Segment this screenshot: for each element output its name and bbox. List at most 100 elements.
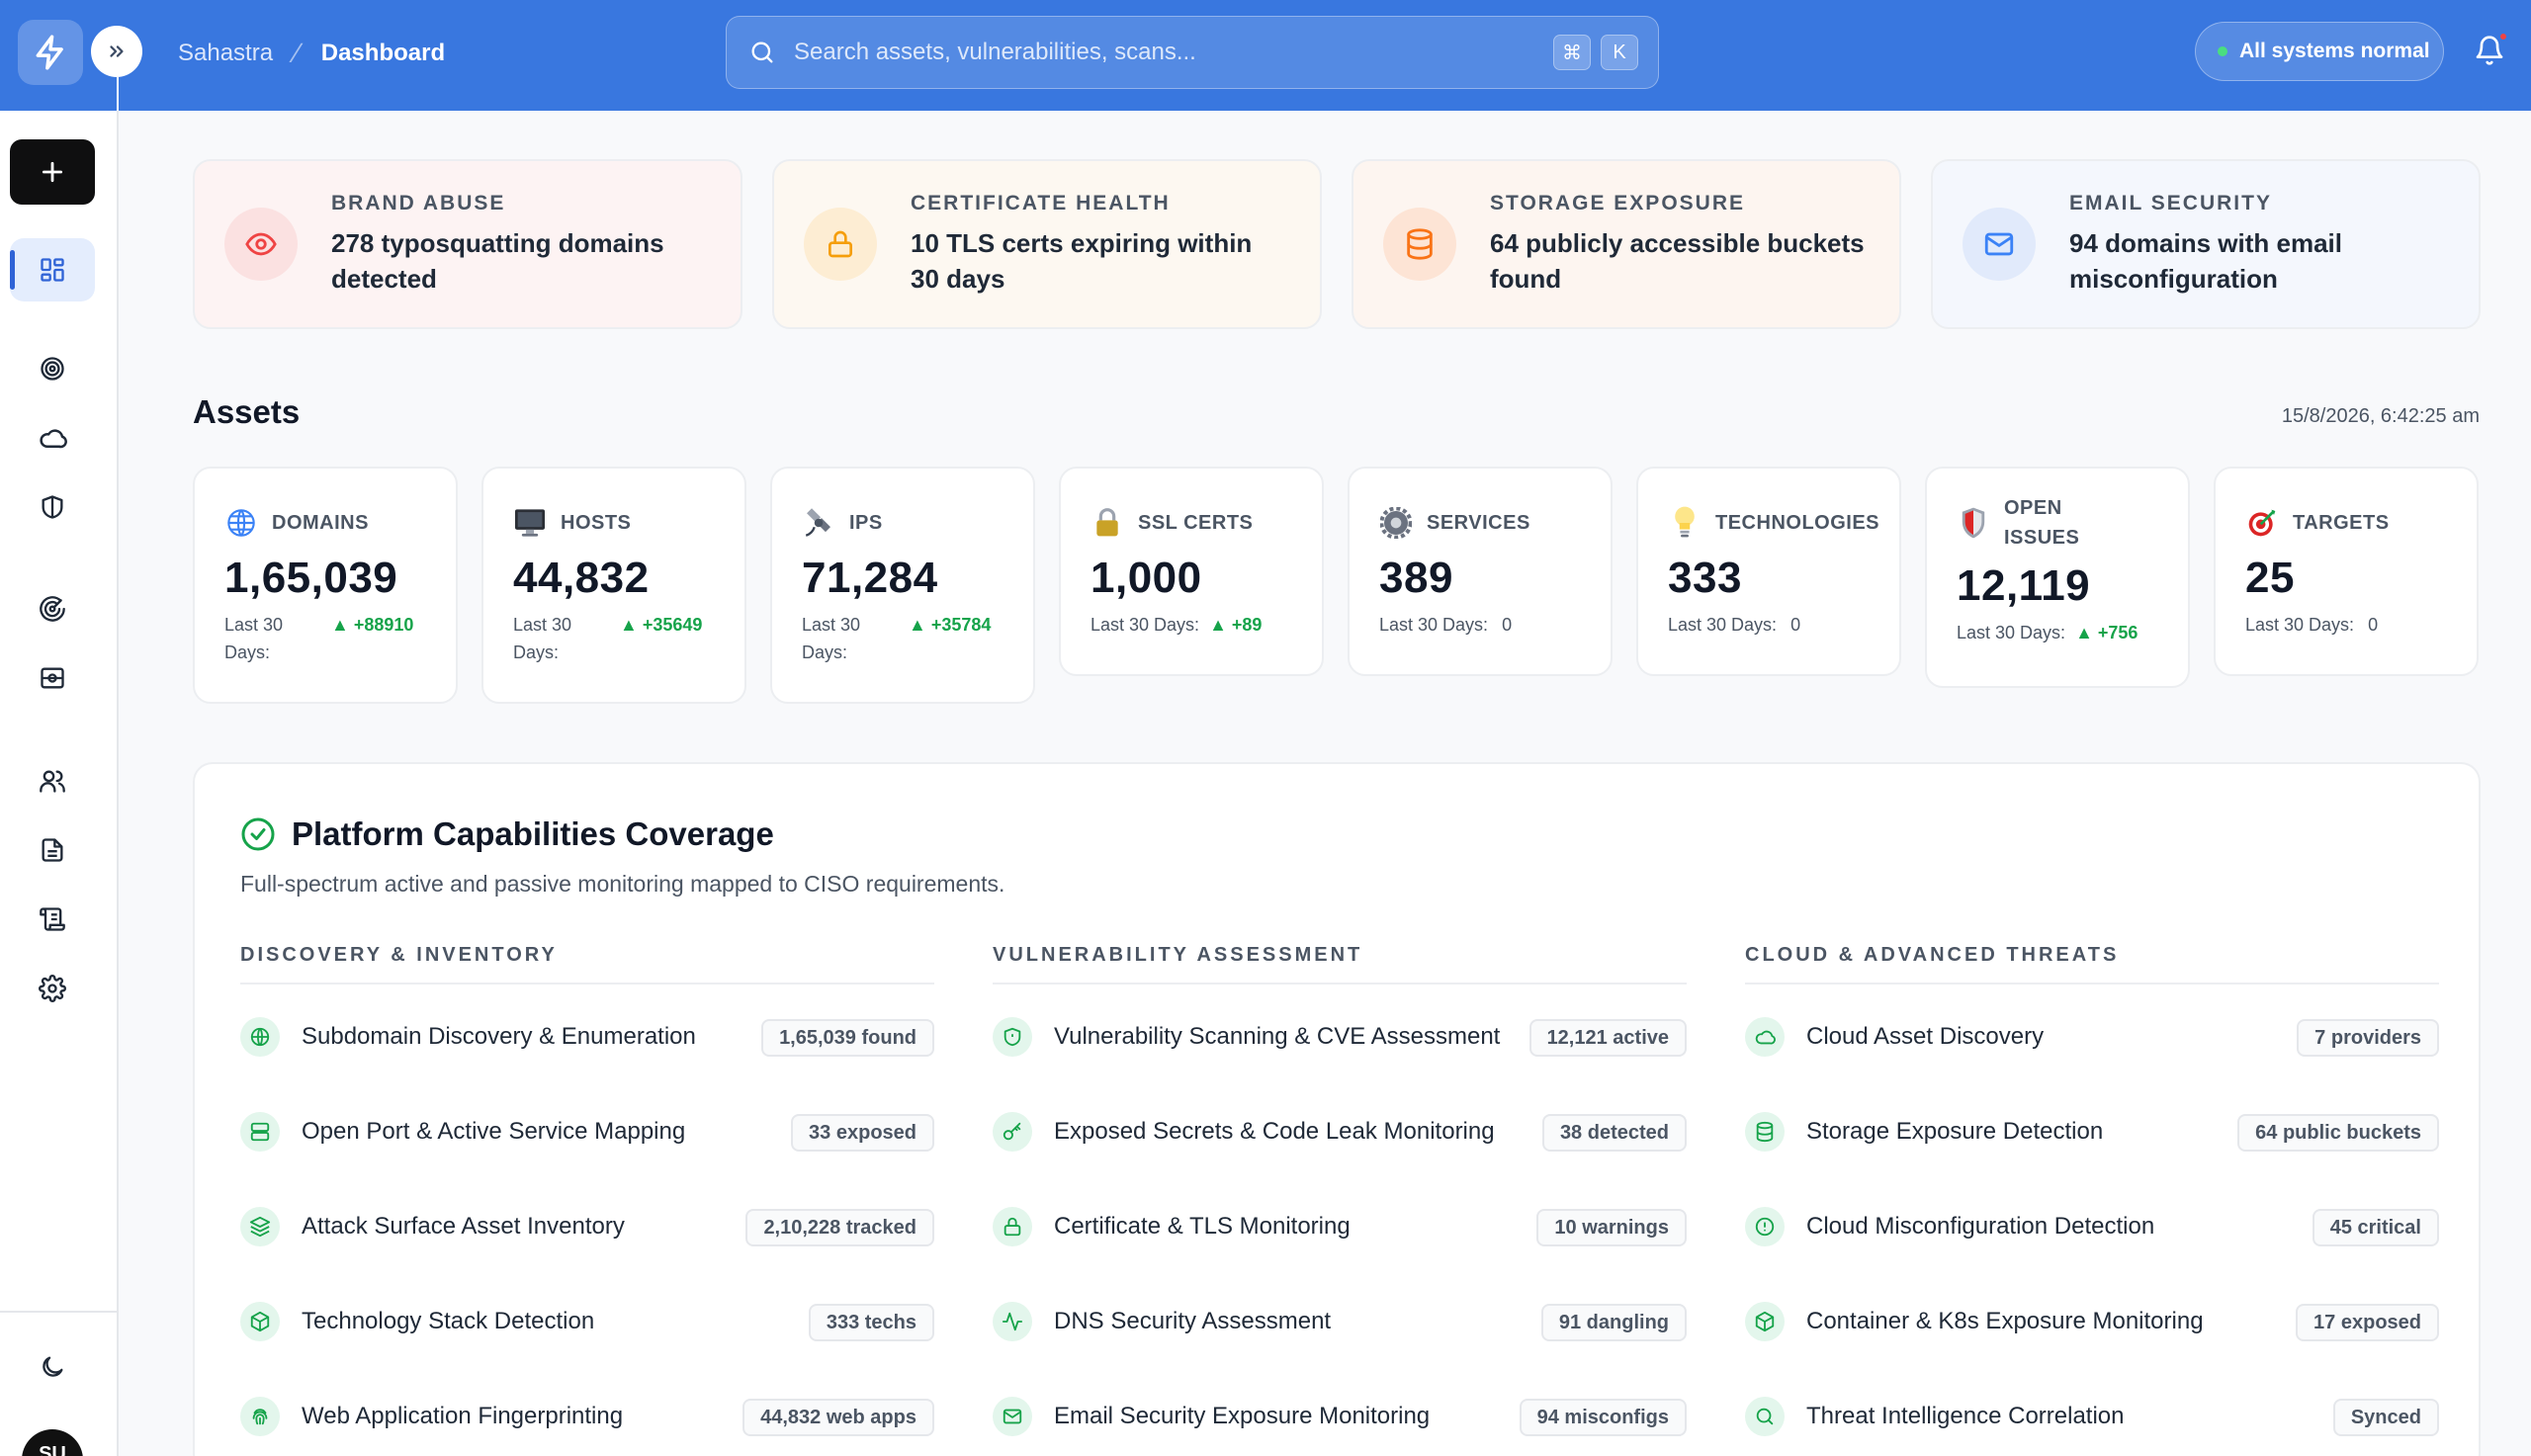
asset-card-ssl-certs[interactable]: SSL CERTS 1,000 Last 30 Days: ▲ +89 bbox=[1059, 467, 1324, 676]
expand-sidebar-button[interactable] bbox=[91, 26, 142, 77]
asset-trend: Last 30 Days: 0 bbox=[2245, 611, 2447, 639]
capability-label: Exposed Secrets & Code Leak Monitoring bbox=[1054, 1118, 1495, 1145]
lock-icon bbox=[804, 208, 877, 281]
capability-row[interactable]: DNS Security Assessment 91 dangling bbox=[993, 1298, 1687, 1345]
alert-label: CERTIFICATE HEALTH bbox=[911, 192, 1171, 214]
sidebar-item-scans[interactable] bbox=[10, 650, 95, 706]
shield-icon bbox=[993, 1017, 1032, 1057]
plus-icon bbox=[42, 161, 63, 183]
sidebar-item-targets[interactable] bbox=[10, 341, 95, 396]
capability-row[interactable]: Container & K8s Exposure Monitoring 17 e… bbox=[1745, 1298, 2439, 1345]
asset-card-hosts[interactable]: HOSTS 44,832 Last 30 Days: ▲ +35649 bbox=[481, 467, 746, 704]
search-icon bbox=[1745, 1397, 1785, 1436]
new-scan-button[interactable] bbox=[10, 139, 95, 205]
scroll-icon bbox=[40, 907, 65, 931]
scan-icon bbox=[41, 667, 64, 689]
cloud-icon bbox=[1745, 1017, 1785, 1057]
trend-delta: ▲ +756 bbox=[2075, 623, 2138, 642]
globe-icon bbox=[224, 506, 258, 540]
breadcrumb: Sahastra ∕ Dashboard bbox=[178, 38, 445, 69]
capability-row[interactable]: Certificate & TLS Monitoring 10 warnings bbox=[993, 1203, 1687, 1250]
capability-row[interactable]: Subdomain Discovery & Enumeration 1,65,0… bbox=[240, 1013, 934, 1061]
theme-toggle-button[interactable] bbox=[10, 1339, 95, 1395]
activity-icon bbox=[993, 1302, 1032, 1341]
capability-label: Threat Intelligence Correlation bbox=[1806, 1403, 2125, 1429]
breadcrumb-separator: ∕ bbox=[295, 38, 300, 68]
notifications-bell-icon[interactable] bbox=[2474, 32, 2508, 67]
capability-label: Certificate & TLS Monitoring bbox=[1054, 1213, 1351, 1240]
sidebar-item-logs[interactable] bbox=[10, 892, 95, 947]
search-input[interactable]: Search assets, vulnerabilities, scans...… bbox=[726, 16, 1659, 89]
alert-message: 278 typosquatting domains detected bbox=[331, 228, 664, 294]
asset-trend: Last 30 Days: ▲ +35784 bbox=[802, 611, 1004, 666]
asset-name: IPS bbox=[849, 512, 883, 534]
capability-row[interactable]: Exposed Secrets & Code Leak Monitoring 3… bbox=[993, 1108, 1687, 1156]
capability-badge: 1,65,039 found bbox=[761, 1019, 934, 1057]
capability-badge: 17 exposed bbox=[2296, 1304, 2439, 1341]
capability-row[interactable]: Attack Surface Asset Inventory 2,10,228 … bbox=[240, 1203, 934, 1250]
moon-icon bbox=[43, 1356, 63, 1377]
coverage-column-discovery: DISCOVERY & INVENTORY Subdomain Discover… bbox=[240, 944, 934, 1436]
coverage-column-vulnerability: VULNERABILITY ASSESSMENT Vulnerability S… bbox=[993, 944, 1687, 1436]
database-icon bbox=[1383, 208, 1456, 281]
trend-label: Last 30 Days: bbox=[1091, 615, 1200, 635]
asset-card-targets[interactable]: TARGETS 25 Last 30 Days: 0 bbox=[2214, 467, 2479, 676]
shield-icon bbox=[42, 495, 63, 519]
capability-row[interactable]: Threat Intelligence Correlation Synced bbox=[1745, 1393, 2439, 1440]
capability-row[interactable]: Cloud Asset Discovery 7 providers bbox=[1745, 1013, 2439, 1061]
sidebar-item-dashboard[interactable] bbox=[10, 238, 95, 301]
sidebar-item-reports[interactable] bbox=[10, 822, 95, 878]
capability-label: Vulnerability Scanning & CVE Assessment bbox=[1054, 1023, 1501, 1050]
alert-card-storage-exposure[interactable]: STORAGE EXPOSURE 64 publicly accessible … bbox=[1352, 159, 1901, 329]
shield-icon bbox=[1957, 506, 1990, 540]
user-avatar[interactable]: SU bbox=[22, 1429, 83, 1456]
sidebar-item-users[interactable] bbox=[10, 753, 95, 809]
sidebar-item-security[interactable] bbox=[10, 479, 95, 535]
asset-card-technologies[interactable]: TECHNOLOGIES 333 Last 30 Days: 0 bbox=[1636, 467, 1901, 676]
asset-trend: Last 30 Days: 0 bbox=[1379, 611, 1581, 639]
capability-row[interactable]: Email Security Exposure Monitoring 94 mi… bbox=[993, 1393, 1687, 1440]
breadcrumb-root[interactable]: Sahastra bbox=[178, 40, 273, 67]
capability-label: Technology Stack Detection bbox=[302, 1308, 595, 1334]
alert-card-brand-abuse[interactable]: BRAND ABUSE 278 typosquatting domains de… bbox=[193, 159, 742, 329]
asset-trend: Last 30 Days: 0 bbox=[1668, 611, 1870, 639]
alert-message: 94 domains with email misconfiguration bbox=[2069, 228, 2342, 294]
monitor-icon bbox=[513, 506, 547, 540]
padlock-icon bbox=[1091, 506, 1124, 540]
logo-bolt-icon[interactable] bbox=[18, 20, 83, 85]
alert-card-certificate-health[interactable]: CERTIFICATE HEALTH 10 TLS certs expiring… bbox=[772, 159, 1322, 329]
asset-card-services[interactable]: SERVICES 389 Last 30 Days: 0 bbox=[1348, 467, 1613, 676]
capability-badge: 10 warnings bbox=[1536, 1209, 1687, 1246]
sidebar-item-attack-surface[interactable] bbox=[10, 581, 95, 637]
capability-label: Cloud Asset Discovery bbox=[1806, 1023, 2045, 1050]
asset-name: OPEN ISSUES bbox=[2004, 497, 2080, 549]
capability-row[interactable]: Vulnerability Scanning & CVE Assessment … bbox=[993, 1013, 1687, 1061]
satellite-icon bbox=[802, 506, 835, 540]
check-circle-icon bbox=[241, 817, 275, 851]
capability-row[interactable]: Web Application Fingerprinting 44,832 we… bbox=[240, 1393, 934, 1440]
coverage-subtitle: Full-spectrum active and passive monitor… bbox=[240, 871, 1005, 897]
breadcrumb-current: Dashboard bbox=[320, 40, 446, 66]
capability-row[interactable]: Open Port & Active Service Mapping 33 ex… bbox=[240, 1108, 934, 1156]
capability-row[interactable]: Technology Stack Detection 333 techs bbox=[240, 1298, 934, 1345]
mail-icon bbox=[993, 1397, 1032, 1436]
capability-label: Attack Surface Asset Inventory bbox=[302, 1213, 625, 1240]
capability-row[interactable]: Cloud Misconfiguration Detection 45 crit… bbox=[1745, 1203, 2439, 1250]
gear-icon bbox=[39, 975, 66, 1002]
users-icon bbox=[40, 770, 65, 793]
asset-card-open-issues[interactable]: OPEN ISSUES 12,119 Last 30 Days: ▲ +756 bbox=[1925, 467, 2190, 688]
sidebar-divider bbox=[0, 1311, 119, 1313]
asset-card-ips[interactable]: IPS 71,284 Last 30 Days: ▲ +35784 bbox=[770, 467, 1035, 704]
sidebar-item-settings[interactable] bbox=[10, 961, 95, 1016]
asset-name: SSL CERTS bbox=[1138, 512, 1254, 534]
lock-icon bbox=[993, 1207, 1032, 1246]
asset-card-domains[interactable]: DOMAINS 1,65,039 Last 30 Days: ▲ +88910 bbox=[193, 467, 458, 704]
radar-icon bbox=[40, 596, 65, 622]
trend-delta: ▲ +35784 bbox=[909, 615, 992, 635]
alert-message: 64 publicly accessible buckets found bbox=[1490, 228, 1865, 294]
capability-row[interactable]: Storage Exposure Detection 64 public buc… bbox=[1745, 1108, 2439, 1156]
alert-card-email-security[interactable]: EMAIL SECURITY 94 domains with email mis… bbox=[1931, 159, 2481, 329]
sidebar-item-cloud[interactable] bbox=[10, 410, 95, 466]
trend-label: Last 30 Days: bbox=[1668, 615, 1778, 635]
system-status-badge[interactable]: All systems normal bbox=[2195, 22, 2444, 81]
